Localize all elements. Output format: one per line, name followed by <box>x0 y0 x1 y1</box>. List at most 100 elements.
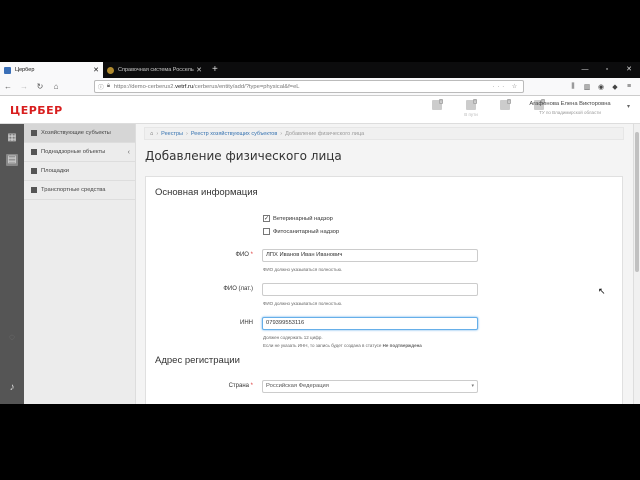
back-icon[interactable]: ← <box>0 82 16 91</box>
main-content: ⌂ › Реестры › Реестр хозяйствующих субъе… <box>136 124 633 404</box>
url-host: vetrf.ru <box>175 83 194 90</box>
app-header: ЦЕРБЕР 0 0 В пути 0 0 Агафонова Елена Ви… <box>0 96 640 124</box>
sidebar-item-label: Площадки <box>41 168 69 174</box>
home-icon[interactable]: ⌂ <box>48 82 64 91</box>
scrollbar-thumb[interactable] <box>635 132 639 272</box>
sidebar-item-sites[interactable]: Площадки <box>24 162 135 181</box>
inn-hint-length: Должен содержать 12 цифр. <box>263 335 323 340</box>
cerber-logo[interactable]: ЦЕРБЕР <box>10 104 63 117</box>
breadcrumb-current: Добавление физического лица <box>285 130 365 137</box>
home-crumb-icon[interactable]: ⌂ <box>150 131 153 137</box>
country-label-text: Страна <box>228 383 249 389</box>
forward-icon[interactable]: → <box>16 82 32 91</box>
user-org: ТУ по Владимирской области <box>539 110 601 115</box>
page-actions-icon[interactable]: ··· ☆ <box>492 84 520 90</box>
inn-label: ИНН <box>240 320 253 326</box>
sidebar-item-vehicles[interactable]: Транспортные средства <box>24 181 135 200</box>
sidebar-item-label: Поднадзорные объекты <box>41 149 106 155</box>
phyto-supervision-checkbox[interactable]: Фитосанитарный надзор <box>263 228 339 235</box>
notification-badge: 0 <box>439 99 444 104</box>
required-mark: * <box>250 252 253 258</box>
inn-hint-status-value: Не подтверждена <box>382 343 422 348</box>
checkbox-unchecked-icon <box>263 228 270 235</box>
chevron-left-icon: ‹ <box>127 148 130 156</box>
section-main-info: Основная информация <box>155 187 258 198</box>
window-controls: — ▫ ✕ <box>574 62 640 78</box>
close-tab-icon[interactable]: ✕ <box>196 66 202 74</box>
inn-hint-text: Если не указать ИНН, то запись будет соз… <box>263 343 383 348</box>
form-panel: Основная информация ✓ Ветеринарный надзо… <box>145 176 623 404</box>
sidebar-item-supervised-objects[interactable]: Поднадзорные объекты ‹ <box>24 143 135 162</box>
inn-input[interactable]: 079399553116 <box>262 317 478 330</box>
messages-button[interactable]: 0 <box>488 99 522 117</box>
url-path: /cerberus/entity/add/?type=physical&f=eL <box>193 83 300 90</box>
user-name: Агафонова Елена Викторовна <box>529 101 611 107</box>
help-icon[interactable]: ◌ <box>6 332 18 344</box>
chevron-down-icon: ▾ <box>471 383 474 389</box>
fio-hint: ФИО должно указываться полностью. <box>263 267 343 272</box>
breadcrumb-separator: › <box>280 130 283 137</box>
menu-icon[interactable]: ≡ <box>622 83 636 91</box>
info-icon[interactable]: ⓘ <box>98 82 104 91</box>
tab-label: Справочная система Россельх <box>118 67 195 73</box>
country-select[interactable]: Российская Федерация ▾ <box>262 380 478 393</box>
tab-bar: Цербер ✕ Справочная система Россельх ✕ +… <box>0 62 640 78</box>
country-label: Страна * <box>146 383 253 389</box>
breadcrumb-separator: › <box>156 130 159 137</box>
sidebar: Хозяйствующие субъекты Поднадзорные объе… <box>24 124 136 404</box>
cerber-favicon-icon <box>4 66 11 74</box>
documents-icon[interactable]: ▤ <box>6 154 18 166</box>
page-title: Добавление физического лица <box>145 149 342 163</box>
fio-lat-input[interactable] <box>262 283 478 296</box>
close-window-button[interactable]: ✕ <box>618 62 640 78</box>
fio-label: ФИО * <box>146 252 253 258</box>
breadcrumb-entity-registry[interactable]: Реестр хозяйствующих субъектов <box>191 131 277 137</box>
in-transit-badge: 0 <box>473 99 478 104</box>
library-icon[interactable]: ⫼ <box>566 83 580 91</box>
registry-icon[interactable]: ▦ <box>6 132 18 144</box>
required-mark: * <box>250 383 253 389</box>
checkbox-label: Ветеринарный надзор <box>273 215 333 222</box>
emblem-favicon-icon <box>107 66 114 74</box>
sidebar-item-business-entities[interactable]: Хозяйствующие субъекты <box>24 124 135 143</box>
inn-hint-status: Если не указать ИНН, то запись будет соз… <box>263 343 422 348</box>
page-scrollbar[interactable] <box>633 124 640 404</box>
sidebar-item-label: Транспортные средства <box>41 187 106 193</box>
notifications-button[interactable]: 0 <box>420 99 454 117</box>
user-menu[interactable]: Агафонова Елена Викторовна ТУ по Владими… <box>520 101 630 115</box>
extension-icon[interactable]: ◆ <box>608 83 622 91</box>
in-transit-button[interactable]: 0 В пути <box>454 99 488 117</box>
tab-reference[interactable]: Справочная система Россельх ✕ <box>103 62 206 78</box>
maximize-button[interactable]: ▫ <box>596 62 618 78</box>
fio-input[interactable]: ЛПХ Иванов Иван Иванович <box>262 249 478 262</box>
breadcrumb-registries[interactable]: Реестры <box>161 131 183 137</box>
vet-supervision-checkbox[interactable]: ✓ Ветеринарный надзор <box>263 215 333 222</box>
breadcrumb: ⌂ › Реестры › Реестр хозяйствующих субъе… <box>144 127 624 140</box>
toolbar-right: ⫼ ▥ ◉ ◆ ≡ <box>566 83 636 91</box>
list-icon <box>31 168 37 174</box>
url-bar[interactable]: ⓘ 🔒︎ https://demo-cerberus2. vetrf.ru/cer… <box>94 80 524 93</box>
tab-label: Цербер <box>15 67 35 73</box>
account-icon[interactable]: ◉ <box>594 83 608 91</box>
grid-icon <box>31 187 37 193</box>
fio-lat-hint: ФИО должно указываться полностью. <box>263 301 343 306</box>
close-tab-icon[interactable]: ✕ <box>93 66 99 74</box>
mouse-cursor-icon: ↖ <box>598 286 606 296</box>
lock-icon[interactable]: 🔒︎ <box>107 83 110 90</box>
sidebar-toggle-icon[interactable]: ▥ <box>580 83 594 91</box>
tab-cerber[interactable]: Цербер ✕ <box>0 62 103 78</box>
country-value: Российская Федерация <box>266 383 329 389</box>
new-tab-button[interactable]: + <box>206 62 224 78</box>
minimize-button[interactable]: — <box>574 62 596 78</box>
reload-icon[interactable]: ↻ <box>32 82 48 91</box>
icon-rail: ▦ ▤ ◌ ♪ <box>0 124 24 404</box>
checkbox-checked-icon: ✓ <box>263 215 270 222</box>
section-address: Адрес регистрации <box>155 355 240 366</box>
breadcrumb-separator: › <box>186 130 188 137</box>
nav-bar: ← → ↻ ⌂ ⓘ 🔒︎ https://demo-cerberus2. vetr… <box>0 78 640 96</box>
fio-lat-label: ФИО (лат.) <box>223 286 253 292</box>
chevron-down-icon: ▾ <box>626 104 630 110</box>
fio-label-text: ФИО <box>235 252 249 258</box>
in-transit-caption: В пути <box>464 112 478 117</box>
bell-icon[interactable]: ♪ <box>6 382 18 394</box>
